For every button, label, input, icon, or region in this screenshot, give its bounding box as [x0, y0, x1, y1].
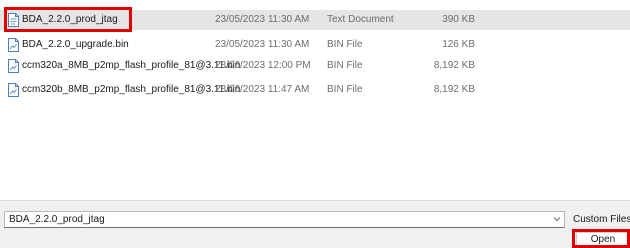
- file-name-input[interactable]: [4, 211, 565, 228]
- bin-file-icon: [8, 59, 19, 73]
- file-date-modified: 23/05/2023 11:30 AM: [215, 39, 310, 50]
- file-type: BIN File: [327, 60, 363, 71]
- file-list[interactable]: BDA_2.2.0_prod_jtag 23/05/2023 11:30 AM …: [0, 0, 630, 201]
- file-row[interactable]: BDA_2.2.0_upgrade.bin 23/05/2023 11:30 A…: [0, 35, 630, 55]
- file-date-modified: 28/06/2023 12:00 PM: [215, 60, 311, 71]
- file-open-dialog: BDA_2.2.0_prod_jtag 23/05/2023 11:30 AM …: [0, 0, 630, 248]
- file-name: ccm320a_8MB_p2mp_flash_profile_81@3.11.b…: [22, 60, 241, 71]
- bin-file-icon: [8, 38, 19, 52]
- file-date-modified: 23/05/2023 11:30 AM: [215, 14, 310, 25]
- file-size: 8,192 KB: [433, 84, 475, 95]
- file-type: BIN File: [327, 39, 363, 50]
- text-file-icon: [8, 13, 19, 27]
- bin-file-icon: [8, 83, 19, 97]
- file-row[interactable]: ccm320a_8MB_p2mp_flash_profile_81@3.11.b…: [0, 56, 630, 76]
- file-type-filter[interactable]: Custom Files: [573, 211, 630, 228]
- file-type: Text Document: [327, 14, 394, 25]
- open-button[interactable]: Open: [576, 232, 630, 248]
- file-name: BDA_2.2.0_prod_jtag: [22, 14, 118, 25]
- file-row[interactable]: ccm320b_8MB_p2mp_flash_profile_81@3.11.b…: [0, 80, 630, 100]
- file-size: 126 KB: [442, 39, 475, 50]
- file-name: ccm320b_8MB_p2mp_flash_profile_81@3.11.b…: [22, 84, 241, 95]
- chevron-down-icon[interactable]: [552, 213, 562, 225]
- file-size: 390 KB: [442, 14, 475, 25]
- file-row[interactable]: BDA_2.2.0_prod_jtag 23/05/2023 11:30 AM …: [0, 10, 630, 30]
- file-type: BIN File: [327, 84, 363, 95]
- file-name: BDA_2.2.0_upgrade.bin: [22, 39, 129, 50]
- file-size: 8,192 KB: [433, 60, 475, 71]
- file-date-modified: 28/06/2023 11:47 AM: [215, 84, 310, 95]
